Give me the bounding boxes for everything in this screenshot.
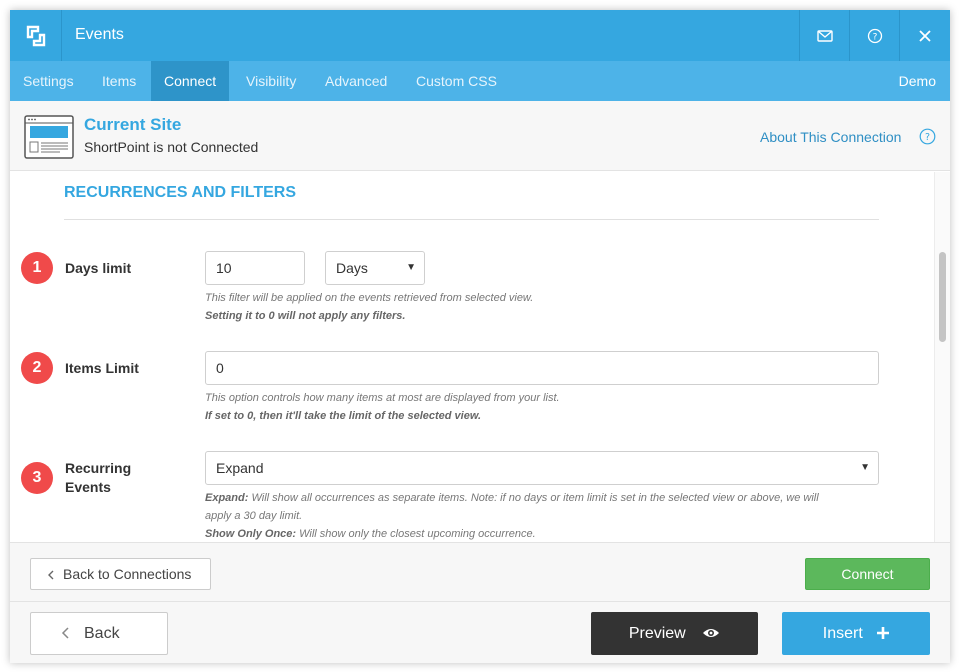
chevron-left-icon xyxy=(61,627,69,639)
connect-button[interactable]: Connect xyxy=(805,558,930,590)
insert-label: Insert xyxy=(822,625,863,642)
recurring-hint-once-bold: Show Only Once: xyxy=(205,528,297,540)
days-unit-value: Days xyxy=(336,260,368,276)
help-button[interactable]: ? xyxy=(849,10,899,61)
days-limit-label: Days limit xyxy=(65,260,132,276)
connection-footer: Back to Connections Connect xyxy=(10,542,950,602)
website-icon xyxy=(24,115,74,164)
recurring-label-line2: Events xyxy=(65,479,111,495)
tab-bar: Settings Items Connect Visibility Advanc… xyxy=(10,61,950,101)
close-icon xyxy=(918,29,931,42)
tab-custom-css[interactable]: Custom CSS xyxy=(403,61,510,101)
current-site-bar: Current Site ShortPoint is not Connected… xyxy=(10,101,950,171)
eye-icon xyxy=(703,629,720,637)
recurring-label-line1: Recurring xyxy=(65,460,132,476)
demo-label[interactable]: Demo xyxy=(899,61,936,101)
connection-status: ShortPoint is not Connected xyxy=(84,139,259,155)
chevron-down-icon: ▼ xyxy=(406,262,416,273)
days-limit-input[interactable]: 10 xyxy=(205,251,305,285)
mail-button[interactable] xyxy=(799,10,849,61)
items-limit-hint: This option controls how many items at m… xyxy=(205,392,560,404)
items-limit-hint-bold-row: If set to 0, then it'll take the limit o… xyxy=(205,407,481,425)
shortpoint-logo-icon xyxy=(10,10,62,61)
preview-label: Preview xyxy=(628,625,686,642)
help-icon: ? xyxy=(867,28,882,43)
insert-button[interactable]: Insert xyxy=(782,612,930,655)
scrollbar-thumb[interactable] xyxy=(939,252,946,342)
chevron-down-icon: ▼ xyxy=(860,462,870,473)
items-limit-label: Items Limit xyxy=(65,360,139,376)
tab-advanced[interactable]: Advanced xyxy=(312,61,400,101)
tab-settings[interactable]: Settings xyxy=(10,61,87,101)
recurring-hint-expand: Expand: Will show all occurrences as sep… xyxy=(205,489,885,507)
recurring-hint-expand-text: Will show all occurrences as separate it… xyxy=(248,492,819,504)
items-limit-input[interactable]: 0 xyxy=(205,351,879,385)
step-badge-2: 2 xyxy=(21,352,53,384)
section-divider xyxy=(64,219,879,220)
recurring-hint-once: Show Only Once: Will show only the close… xyxy=(205,525,536,542)
close-button[interactable] xyxy=(899,10,949,61)
mail-icon xyxy=(816,29,833,42)
window-title: Events xyxy=(75,26,124,43)
days-limit-hint-bold-row: Setting it to 0 will not apply any filte… xyxy=(205,307,405,325)
tab-items[interactable]: Items xyxy=(89,61,149,101)
items-limit-hint-bold: If set to 0, then it'll take the limit o… xyxy=(205,410,482,422)
about-connection-link[interactable]: About This Connection xyxy=(760,129,901,145)
recurring-events-value: Expand xyxy=(216,460,264,476)
back-button[interactable]: Back xyxy=(30,612,168,655)
help-circle-icon[interactable]: ? xyxy=(919,128,936,150)
days-limit-hint: This filter will be applied on the event… xyxy=(205,292,534,304)
days-unit-select[interactable]: Days ▼ xyxy=(325,251,425,285)
recurring-events-label: Recurring Events xyxy=(65,459,131,497)
days-limit-hint-bold: Setting it to 0 will not apply any filte… xyxy=(205,310,406,322)
svg-text:?: ? xyxy=(872,32,877,42)
back-to-connections-button[interactable]: Back to Connections xyxy=(30,558,211,590)
back-label: Back xyxy=(84,625,120,642)
title-bar: Events ? xyxy=(10,10,950,61)
step-badge-3: 3 xyxy=(21,462,53,494)
connect-form: RECURRENCES AND FILTERS 1 Days limit 10 … xyxy=(10,172,950,542)
current-site-title: Current Site xyxy=(84,115,182,134)
back-to-connections-label: Back to Connections xyxy=(63,566,192,582)
step-badge-1: 1 xyxy=(21,252,53,284)
events-dialog: Events ? Settings Items Connect Visibili… xyxy=(10,10,950,663)
chevron-left-icon xyxy=(48,570,54,580)
section-title: RECURRENCES AND FILTERS xyxy=(64,184,297,201)
plus-icon xyxy=(877,627,890,639)
recurring-events-select[interactable]: Expand ▼ xyxy=(205,451,879,485)
recurring-hint-expand-bold: Expand: xyxy=(205,492,249,504)
recurring-hint-once-text: Will show only the closest upcoming occu… xyxy=(296,528,536,540)
content-scrollbar[interactable] xyxy=(934,172,950,542)
dialog-footer: Back Preview Insert xyxy=(10,602,950,663)
tab-visibility[interactable]: Visibility xyxy=(233,61,309,101)
preview-button[interactable]: Preview xyxy=(591,612,758,655)
tab-connect[interactable]: Connect xyxy=(151,61,230,101)
recurring-hint-expand-line2: apply a 30 day limit. xyxy=(205,510,303,522)
svg-text:?: ? xyxy=(925,132,930,143)
